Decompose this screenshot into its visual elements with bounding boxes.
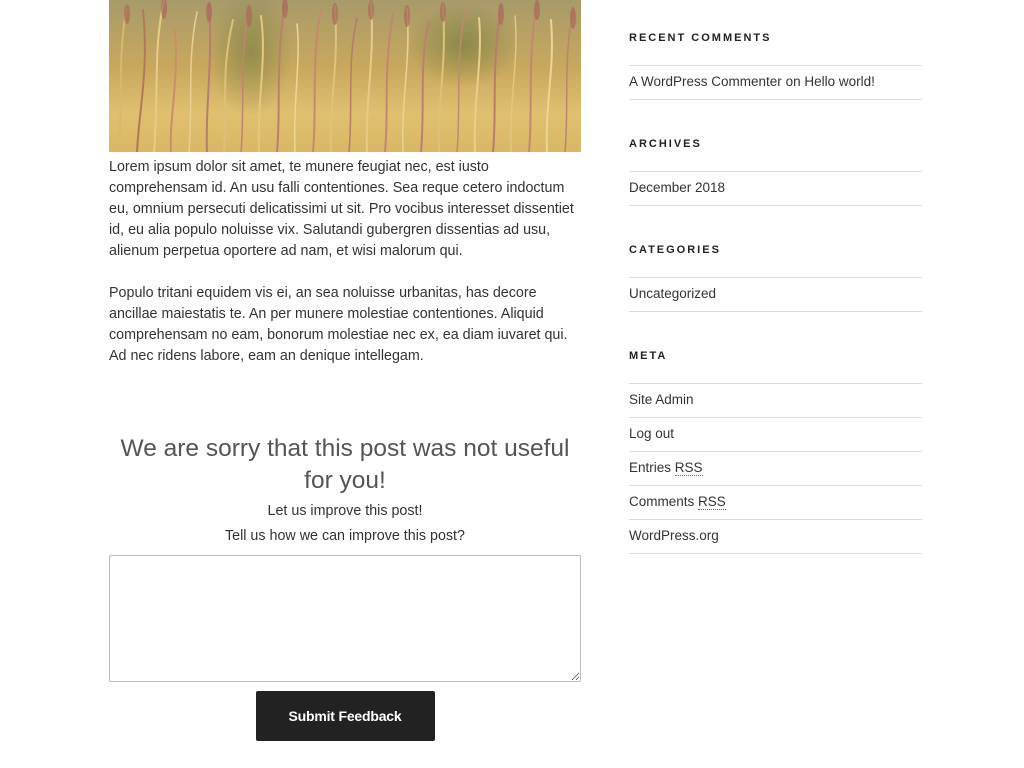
meta-list: Site Admin Log out Entries RSS Comments … — [629, 383, 922, 554]
archives-widget: Archives December 2018 — [629, 137, 922, 206]
recent-comments-title: Recent Comments — [629, 32, 772, 44]
entries-rss-link[interactable]: Entries RSS — [629, 460, 703, 476]
comment-post-link[interactable]: Hello world! — [804, 74, 875, 89]
comments-label: Comments — [629, 494, 695, 509]
meta-item: Comments RSS — [629, 486, 922, 520]
archive-item: December 2018 — [629, 172, 922, 206]
site-admin-link[interactable]: Site Admin — [629, 392, 694, 407]
recent-comment-item: A WordPress Commenter on Hello world! — [629, 66, 922, 100]
meta-item: Site Admin — [629, 384, 922, 418]
wordpress-org-link[interactable]: WordPress.org — [629, 528, 719, 543]
log-out-link[interactable]: Log out — [629, 426, 674, 441]
categories-title: Categories — [629, 244, 721, 256]
recent-comments-widget: Recent Comments A WordPress Commenter on… — [629, 31, 922, 100]
category-item: Uncategorized — [629, 278, 922, 312]
meta-title: Meta — [629, 350, 668, 362]
featured-image — [109, 0, 581, 152]
feedback-prompt: Let us improve this post! — [267, 503, 423, 519]
meta-widget: Meta Site Admin Log out Entries RSS Comm… — [629, 349, 922, 554]
recent-comments-list: A WordPress Commenter on Hello world! — [629, 65, 922, 100]
feedback-heading: We are sorry that this post was not usef… — [120, 435, 570, 494]
categories-widget: Categories Uncategorized — [629, 243, 922, 312]
categories-list: Uncategorized — [629, 277, 922, 312]
meta-item: WordPress.org — [629, 520, 922, 554]
submit-feedback-button[interactable]: Submit Feedback — [255, 691, 435, 741]
post-content: Lorem ipsum dolor sit amet, te munere fe… — [109, 157, 581, 388]
archives-title: Archives — [629, 138, 702, 150]
archives-list: December 2018 — [629, 171, 922, 206]
meta-item: Log out — [629, 418, 922, 452]
comments-rss-link[interactable]: Comments RSS — [629, 494, 726, 510]
feedback-form: We are sorry that this post was not usef… — [109, 433, 581, 741]
post-paragraph: Lorem ipsum dolor sit amet, te munere fe… — [109, 159, 574, 259]
feedback-question: Tell us how we can improve this post? — [225, 528, 465, 544]
grass-illustration — [118, 0, 576, 152]
post-paragraph: Populo tritani equidem vis ei, an sea no… — [109, 285, 568, 364]
feedback-textarea[interactable] — [109, 555, 581, 682]
archive-link[interactable]: December 2018 — [629, 180, 725, 195]
rss-abbr: RSS — [674, 460, 703, 476]
meta-item: Entries RSS — [629, 452, 922, 486]
category-link[interactable]: Uncategorized — [629, 286, 716, 301]
sidebar: Recent Comments A WordPress Commenter on… — [629, 31, 922, 591]
entries-label: Entries — [629, 460, 672, 475]
comment-author-link[interactable]: A WordPress Commenter — [629, 74, 782, 89]
comment-on-text: on — [785, 74, 801, 89]
rss-abbr: RSS — [698, 494, 726, 510]
